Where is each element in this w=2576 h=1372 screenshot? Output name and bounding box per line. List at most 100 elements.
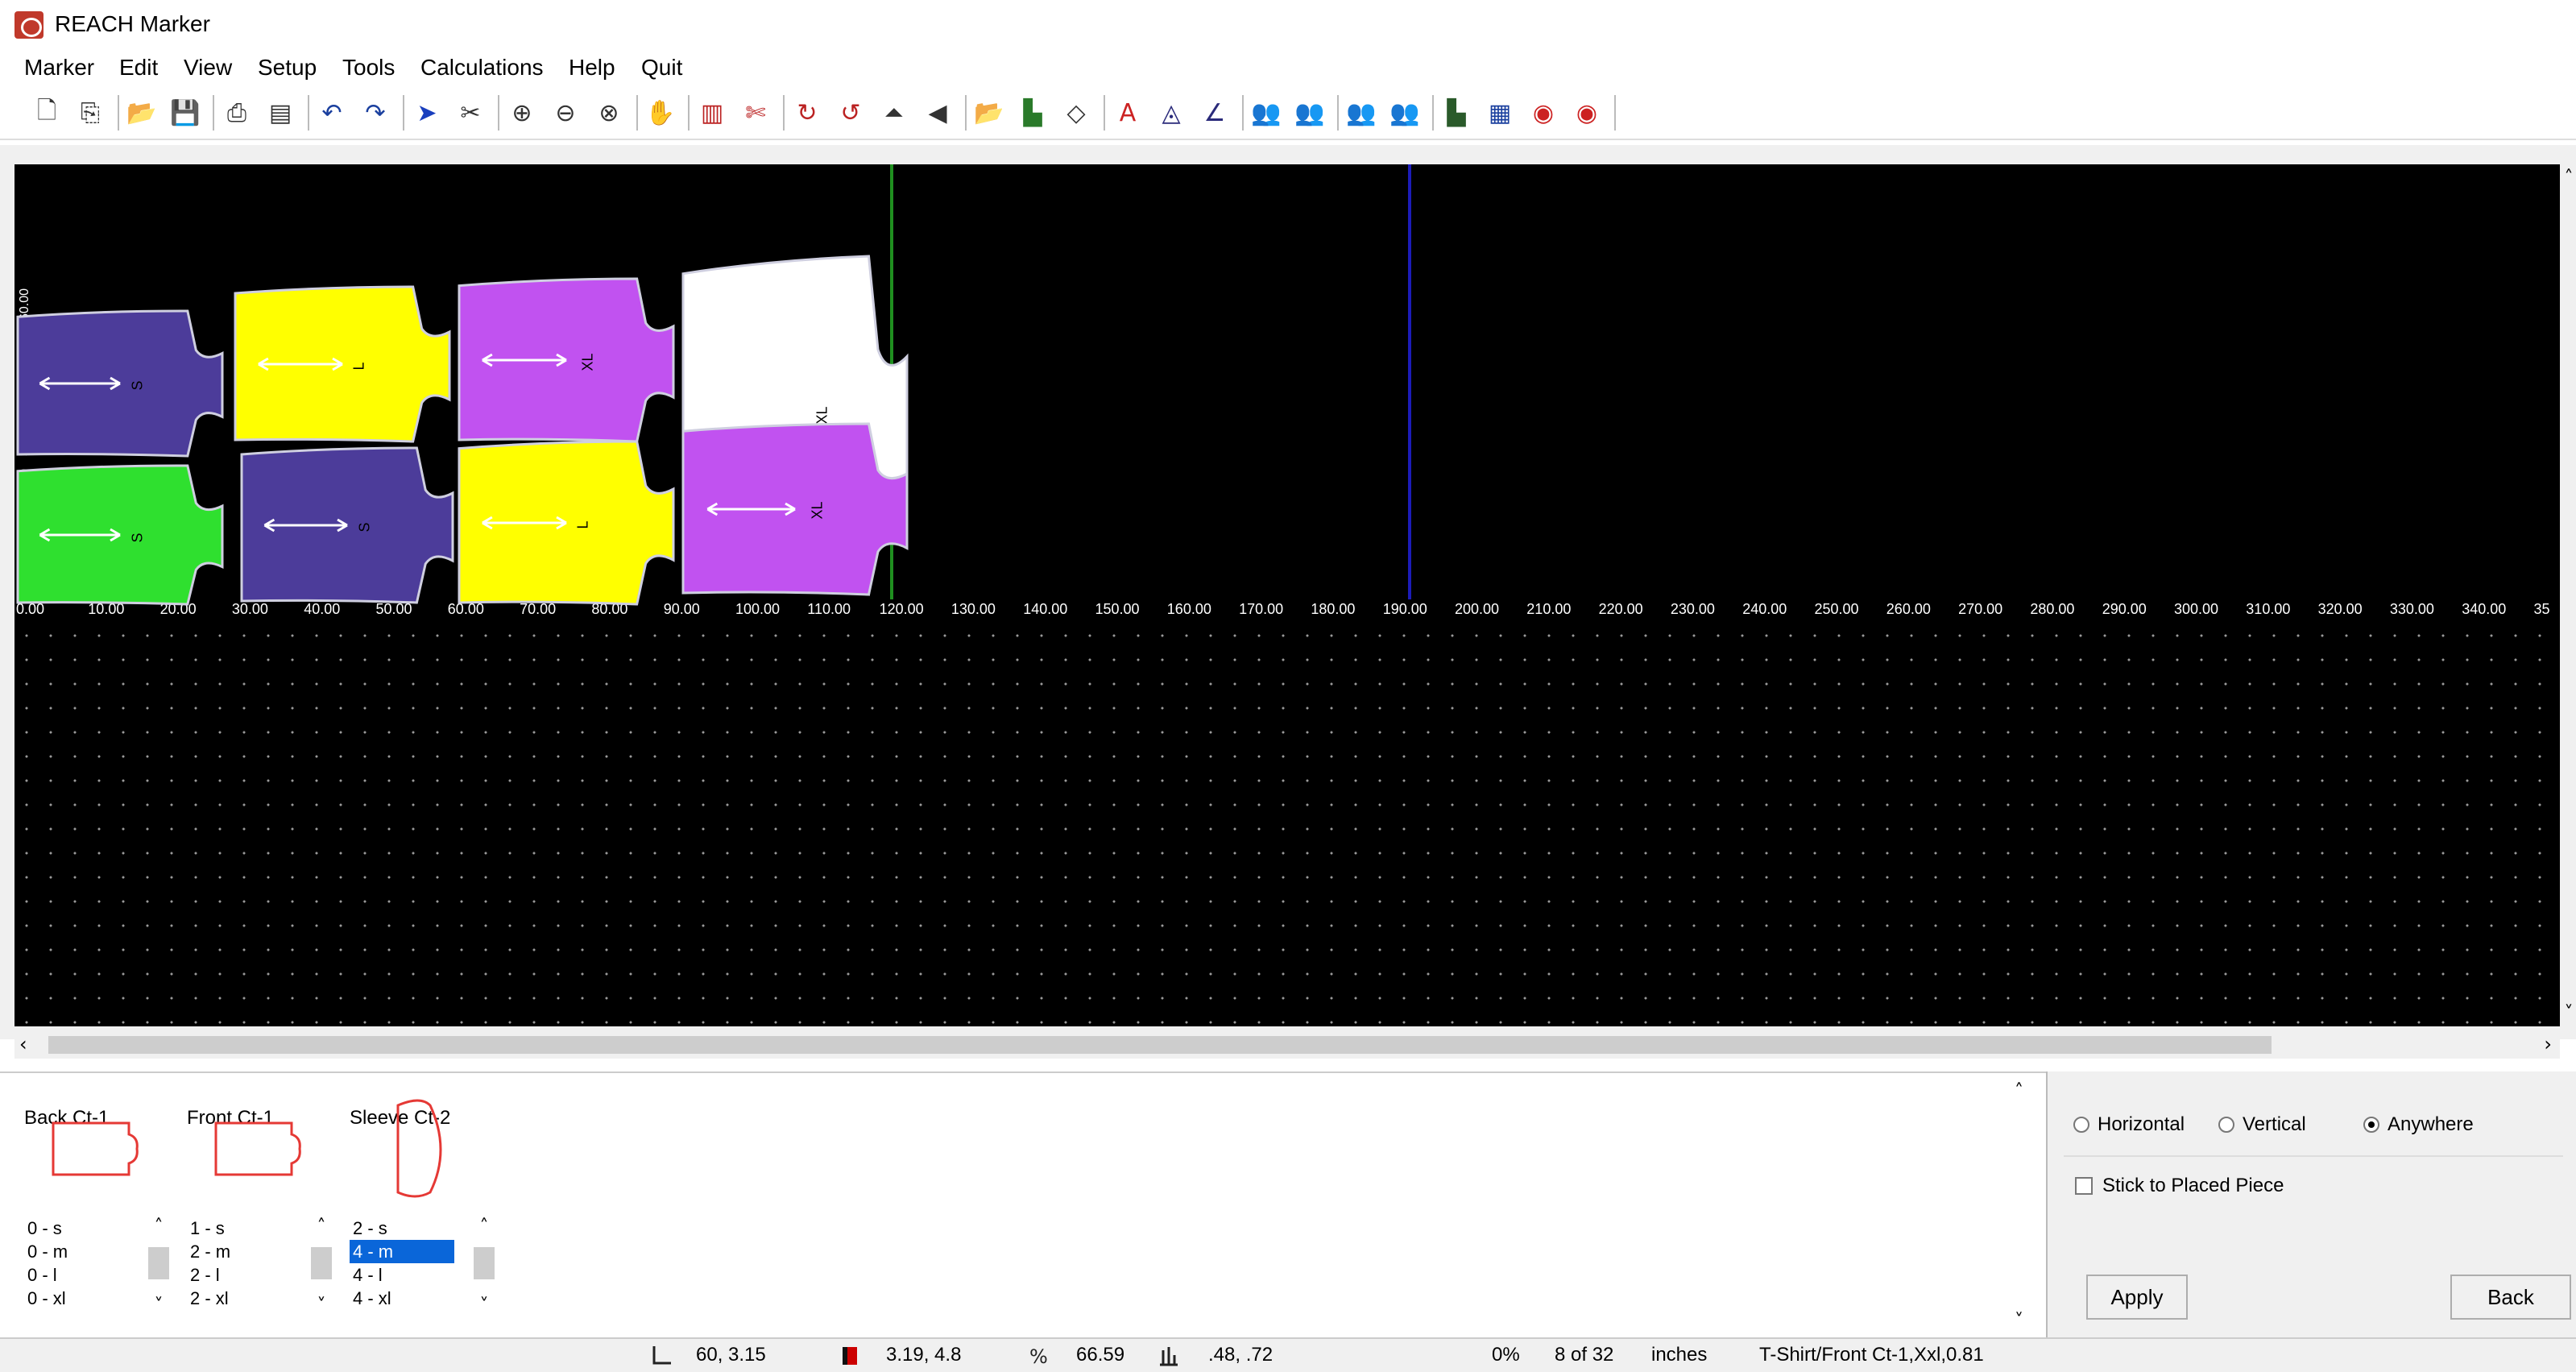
chevron-up-icon[interactable]: ˄ bbox=[147, 1217, 171, 1237]
scroll-left-icon[interactable]: ‹ bbox=[19, 1033, 27, 1055]
scroll-right-icon[interactable]: › bbox=[2544, 1033, 2552, 1055]
ruler-x-tick: 300.00 bbox=[2174, 601, 2219, 617]
chevron-down-icon[interactable]: ˅ bbox=[309, 1295, 333, 1316]
chevron-down-icon[interactable]: ˅ bbox=[147, 1295, 171, 1316]
size-list-item[interactable]: 0 - s bbox=[24, 1217, 129, 1240]
size-list[interactable]: 1 - s2 - m2 - l2 - xl bbox=[187, 1217, 292, 1321]
size-list-item[interactable]: 4 - l bbox=[350, 1263, 454, 1287]
undo-icon[interactable]: ↶ bbox=[314, 95, 350, 131]
chevron-down-icon[interactable]: ˅ bbox=[472, 1295, 496, 1316]
zoom-fit-icon[interactable]: ⊗ bbox=[591, 95, 627, 131]
new-icon[interactable]: 🗋 bbox=[29, 95, 64, 131]
size-list-item[interactable]: 2 - l bbox=[187, 1263, 292, 1287]
menu-calculations[interactable]: Calculations bbox=[420, 55, 544, 81]
back-button[interactable]: Back bbox=[2450, 1275, 2571, 1320]
print-setup-icon[interactable]: ▤ bbox=[263, 95, 298, 131]
text-icon[interactable]: A bbox=[1110, 95, 1145, 131]
menu-view[interactable]: View bbox=[184, 55, 232, 81]
piece-thumbnail-icon[interactable] bbox=[48, 1089, 145, 1210]
open-folder-icon[interactable]: 📂 bbox=[124, 95, 159, 131]
pattern-piece-l[interactable] bbox=[232, 284, 453, 445]
pattern-piece-l[interactable] bbox=[456, 438, 677, 607]
size-list-item[interactable]: 2 - s bbox=[350, 1217, 454, 1240]
pattern-piece-s[interactable] bbox=[14, 308, 226, 459]
select-arrow-icon[interactable]: ➤ bbox=[409, 95, 445, 131]
scroll-thumb[interactable] bbox=[311, 1247, 332, 1279]
redo-icon[interactable]: ↷ bbox=[358, 95, 393, 131]
piece-thumbnail-icon[interactable] bbox=[374, 1089, 470, 1210]
flip-vertical-icon[interactable]: ⏶ bbox=[876, 95, 912, 131]
piece-tool-icon[interactable]: ▙ bbox=[1015, 95, 1050, 131]
menu-edit[interactable]: Edit bbox=[119, 55, 158, 81]
shape-icon[interactable]: ◇ bbox=[1058, 95, 1094, 131]
scroll-thumb[interactable] bbox=[48, 1036, 2272, 1054]
toolbar-separator bbox=[498, 95, 499, 131]
people-group-icon[interactable]: 👥 bbox=[1249, 95, 1284, 131]
pattern-piece-xl[interactable] bbox=[680, 421, 910, 598]
size-list[interactable]: 2 - s4 - m4 - l4 - xl bbox=[350, 1217, 454, 1321]
size-list-item[interactable]: 0 - xl bbox=[24, 1287, 129, 1310]
menu-quit[interactable]: Quit bbox=[641, 55, 682, 81]
size-list-item[interactable]: 2 - m bbox=[187, 1240, 292, 1263]
menu-help[interactable]: Help bbox=[569, 55, 615, 81]
size-list-scrollbar[interactable]: ˄ ˅ bbox=[147, 1217, 171, 1321]
angle-icon[interactable]: ∠ bbox=[1197, 95, 1232, 131]
open-template-icon[interactable]: ⎘ bbox=[72, 95, 108, 131]
horizontal-scrollbar[interactable]: ‹ › bbox=[14, 1031, 2560, 1059]
size-list[interactable]: 0 - s0 - m0 - l0 - xl bbox=[24, 1217, 129, 1321]
target-alt-icon[interactable]: ◉ bbox=[1569, 95, 1605, 131]
chevron-up-icon[interactable]: ˄ bbox=[309, 1217, 333, 1237]
chevron-up-icon[interactable]: ˄ bbox=[2015, 1081, 2023, 1101]
people-pair-icon[interactable]: 👥 bbox=[1387, 95, 1423, 131]
save-icon[interactable]: 💾 bbox=[168, 95, 203, 131]
print-icon[interactable]: ⎙ bbox=[219, 95, 255, 131]
chevron-up-icon[interactable]: ˄ bbox=[472, 1217, 496, 1237]
piece-panel-scrollbar[interactable]: ˄ ˅ bbox=[2010, 1081, 2037, 1331]
people-red-icon[interactable]: 👥 bbox=[1292, 95, 1327, 131]
piece-thumbnail-icon[interactable] bbox=[211, 1089, 308, 1210]
scissors-icon[interactable]: ✄ bbox=[738, 95, 773, 131]
pattern-piece-xl[interactable] bbox=[456, 276, 677, 445]
size-list-item[interactable]: 0 - l bbox=[24, 1263, 129, 1287]
chevron-down-icon[interactable]: ˅ bbox=[2015, 1311, 2023, 1331]
size-list-scrollbar[interactable]: ˄ ˅ bbox=[309, 1217, 333, 1321]
report-icon[interactable]: ▙ bbox=[1439, 95, 1474, 131]
vertical-scrollbar[interactable]: ˄ ˅ bbox=[2562, 164, 2576, 1026]
stick-to-placed-piece-checkbox[interactable]: Stick to Placed Piece bbox=[2075, 1175, 2284, 1197]
size-list-item[interactable]: 4 - xl bbox=[350, 1287, 454, 1310]
zoom-in-icon[interactable]: ⊕ bbox=[504, 95, 540, 131]
size-list-item[interactable]: 4 - m bbox=[350, 1240, 454, 1263]
rotate-ccw-icon[interactable]: ↺ bbox=[833, 95, 868, 131]
scroll-down-icon[interactable]: ˅ bbox=[2562, 1003, 2576, 1023]
flip-horizontal-icon[interactable]: ◀ bbox=[920, 95, 955, 131]
size-list-item[interactable]: 1 - s bbox=[187, 1217, 292, 1240]
ruler-x-tick: 150.00 bbox=[1095, 601, 1140, 617]
scroll-thumb[interactable] bbox=[474, 1247, 495, 1279]
pattern-piece-s[interactable] bbox=[238, 445, 456, 606]
radio-horizontal[interactable]: Horizontal bbox=[2073, 1113, 2185, 1136]
size-list-item[interactable]: 2 - xl bbox=[187, 1287, 292, 1310]
radio-vertical[interactable]: Vertical bbox=[2218, 1113, 2306, 1136]
cut-icon[interactable]: ✂ bbox=[453, 95, 488, 131]
hand-pan-icon[interactable]: ✋ bbox=[643, 95, 678, 131]
scroll-up-icon[interactable]: ˄ bbox=[2562, 168, 2576, 188]
people-blue-icon[interactable]: 👥 bbox=[1344, 95, 1379, 131]
pattern-piece-s[interactable] bbox=[14, 462, 226, 607]
target-icon[interactable]: ◉ bbox=[1526, 95, 1561, 131]
zoom-out-icon[interactable]: ⊖ bbox=[548, 95, 583, 131]
menu-tools[interactable]: Tools bbox=[342, 55, 395, 81]
radio-anywhere[interactable]: Anywhere bbox=[2363, 1113, 2474, 1136]
marker-canvas[interactable]: 0.00 10.00 20.00 30.00 40.00 50.00 60.00 70.00 8… bbox=[14, 164, 2560, 1026]
menu-marker[interactable]: Marker bbox=[24, 55, 94, 81]
size-list-item[interactable]: 0 - m bbox=[24, 1240, 129, 1263]
scroll-thumb[interactable] bbox=[148, 1247, 169, 1279]
size-list-scrollbar[interactable]: ˄ ˅ bbox=[472, 1217, 496, 1321]
open-file-icon[interactable]: 📂 bbox=[971, 95, 1007, 131]
apply-button[interactable]: Apply bbox=[2086, 1275, 2188, 1320]
marker-length-line bbox=[1407, 164, 1411, 599]
rotate-cw-icon[interactable]: ↻ bbox=[789, 95, 825, 131]
menu-setup[interactable]: Setup bbox=[258, 55, 317, 81]
measure-icon[interactable]: ◬ bbox=[1153, 95, 1189, 131]
pieces-icon[interactable]: ▥ bbox=[694, 95, 730, 131]
document-icon[interactable]: ▦ bbox=[1482, 95, 1518, 131]
